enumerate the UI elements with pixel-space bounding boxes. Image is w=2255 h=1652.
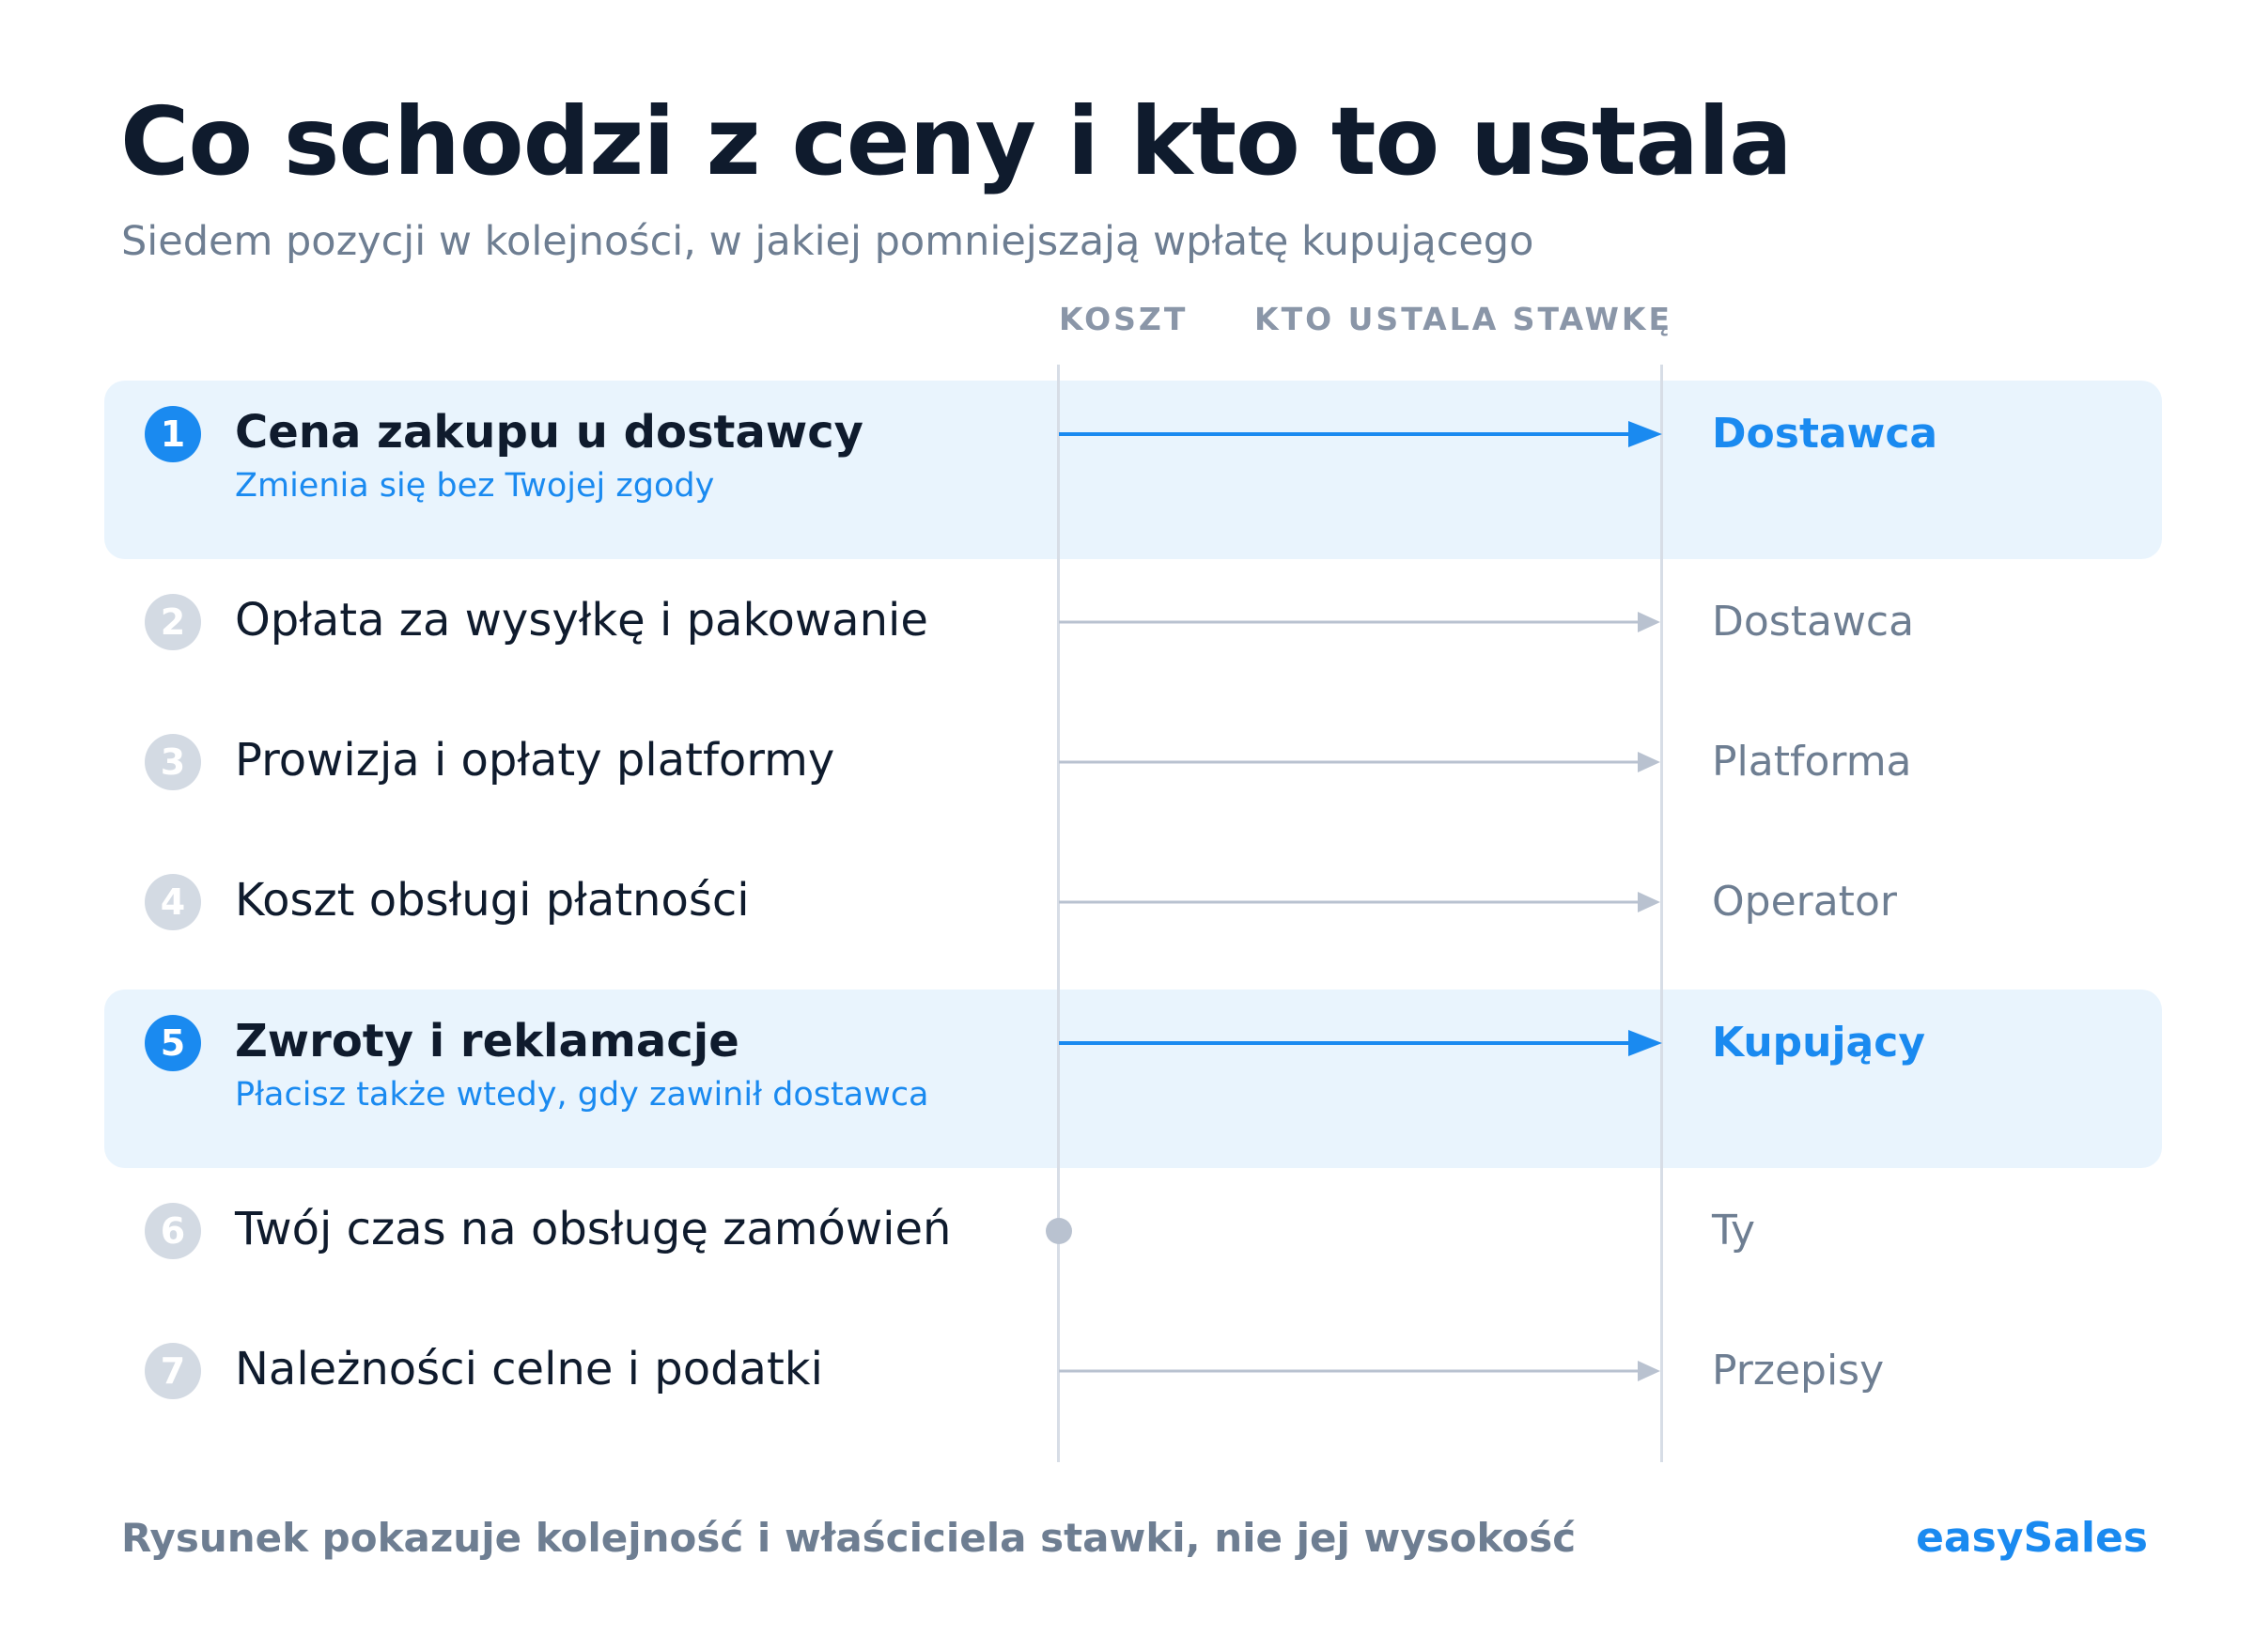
arrow-head-icon	[1628, 421, 1662, 447]
row-owner: Ty	[1712, 1207, 1756, 1255]
row-number-badge: 5	[145, 1015, 201, 1071]
arrow-head-icon	[1638, 752, 1660, 772]
row-label: Cena zakupu u dostawcy	[235, 406, 863, 459]
row-number-badge: 7	[145, 1343, 201, 1399]
row-owner: Operator	[1712, 878, 1897, 926]
page-subtitle: Siedem pozycji w kolejności, w jakiej po…	[121, 218, 1534, 265]
cost-row: 4 Koszt obsługi płatności Operator	[0, 874, 2255, 930]
cost-row: 7 Należności celne i podatki Przepisy	[0, 1343, 2255, 1399]
dot-marker	[1046, 1218, 1072, 1244]
row-owner: Dostawca	[1712, 598, 1915, 646]
row-number-badge: 2	[145, 594, 201, 650]
row-dot-marker	[1046, 1218, 1072, 1244]
row-note: Płacisz także wtedy, gdy zawinił dostawc…	[235, 1076, 929, 1114]
cost-row: 1 Cena zakupu u dostawcy Zmienia się bez T…	[0, 406, 2255, 505]
arrow-head-icon	[1638, 1361, 1660, 1381]
row-owner: Kupujący	[1712, 1019, 1926, 1067]
row-number-badge: 3	[145, 734, 201, 790]
row-arrow-connector	[1059, 892, 1660, 912]
column-header-owner: KTO USTALA STAWKĘ	[1254, 301, 1673, 337]
brand-logo: easySales	[1916, 1514, 2148, 1562]
row-owner: Dostawca	[1712, 410, 1938, 458]
row-label: Należności celne i podatki	[235, 1343, 823, 1395]
cost-row: 3 Prowizja i opłaty platformy Platforma	[0, 734, 2255, 790]
row-arrow-connector	[1059, 1030, 1662, 1056]
cost-row: 2 Opłata za wysyłkę i pakowanie Dostawca	[0, 594, 2255, 650]
row-arrow-connector	[1059, 752, 1660, 772]
row-number-badge: 4	[145, 874, 201, 930]
row-label: Zwroty i reklamacje	[235, 1015, 739, 1068]
cost-row: 6 Twój czas na obsługę zamówień Ty	[0, 1203, 2255, 1259]
row-arrow-connector	[1059, 421, 1662, 447]
row-number-badge: 1	[145, 406, 201, 462]
arrow-head-icon	[1628, 1030, 1662, 1056]
column-header-cost: KOSZT	[1059, 301, 1189, 337]
arrow-head-icon	[1638, 612, 1660, 632]
row-note: Zmienia się bez Twojej zgody	[235, 467, 715, 505]
row-owner: Przepisy	[1712, 1347, 1885, 1395]
row-label: Opłata za wysyłkę i pakowanie	[235, 594, 928, 647]
row-arrow-connector	[1059, 1361, 1660, 1381]
cost-row: 5 Zwroty i reklamacje Płacisz także wtedy,…	[0, 1015, 2255, 1114]
page-title: Co schodzi z ceny i kto to ustala	[120, 86, 1793, 196]
row-label: Koszt obsługi płatności	[235, 874, 750, 927]
row-owner: Platforma	[1712, 738, 1912, 786]
row-number-badge: 6	[145, 1203, 201, 1259]
row-arrow-connector	[1059, 612, 1660, 632]
arrow-head-icon	[1638, 892, 1660, 912]
footer-note: Rysunek pokazuje kolejność i właściciela…	[121, 1515, 1577, 1561]
row-label: Prowizja i opłaty platformy	[235, 734, 835, 787]
row-label: Twój czas na obsługę zamówień	[235, 1203, 952, 1255]
